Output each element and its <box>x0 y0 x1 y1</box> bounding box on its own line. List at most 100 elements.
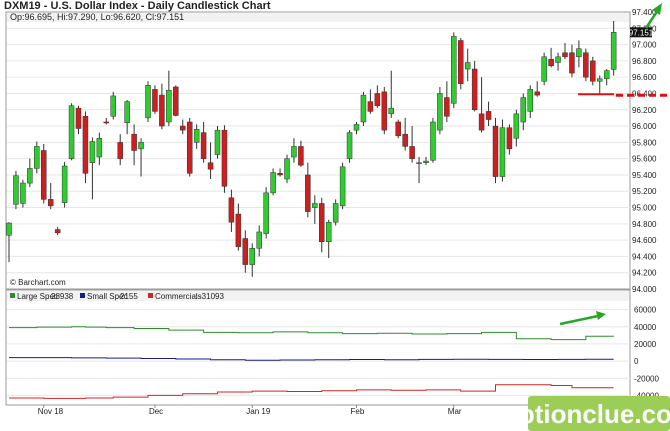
candle-body-up <box>284 158 290 180</box>
candle-body-down <box>173 86 179 116</box>
candle-body-up <box>256 231 262 249</box>
cot-tick-label: -20000 <box>634 374 659 383</box>
candle-body-up <box>597 78 603 82</box>
candle-body-down <box>367 101 374 112</box>
price-tick-label: 95.600 <box>632 155 657 164</box>
candle-body-down <box>186 121 193 174</box>
legend-large-spec-sep: : <box>47 292 49 301</box>
candle-body-down <box>409 146 415 159</box>
candle-body-down <box>103 121 110 124</box>
candle-body-up <box>89 141 96 163</box>
candle-body-up <box>263 192 269 234</box>
cot-tick-label: 0 <box>634 357 639 366</box>
price-tick-label: 96.600 <box>632 73 657 82</box>
candle-body-down <box>374 93 381 106</box>
candle <box>214 126 221 159</box>
last-price-label: 97.151 <box>629 28 654 37</box>
legend-large-spec-value: 28938 <box>51 292 74 301</box>
candle-body-down <box>47 199 54 207</box>
chart-title: DXM19 - U.S. Dollar Index - Daily Candle… <box>4 0 271 12</box>
x-tick-label: Dec <box>149 407 163 416</box>
candle <box>68 103 75 161</box>
candle-body-up <box>325 221 332 242</box>
candle-body-down <box>562 52 568 58</box>
candle-body-up <box>346 132 353 159</box>
candle-body-down <box>200 132 207 159</box>
price-tick-label: 97.000 <box>632 41 657 50</box>
x-tick-label: Nov 18 <box>38 407 64 416</box>
candle-body-up <box>339 166 346 207</box>
candle-body-up <box>138 142 144 150</box>
candle-body-up <box>423 160 429 163</box>
candle-body-up <box>34 146 40 169</box>
candle-body-down <box>207 162 214 170</box>
barchart-credit: © Barchart.com <box>10 278 66 287</box>
candle-body-up <box>270 172 276 194</box>
candle-body-up <box>527 89 533 112</box>
candle <box>541 52 547 86</box>
candle-body-down <box>485 111 492 120</box>
cot-tick-label: 60000 <box>634 306 657 315</box>
candle <box>284 154 290 184</box>
candle-body-down <box>506 127 513 150</box>
candle <box>270 168 276 196</box>
candle-body-up <box>214 129 221 155</box>
candle-body-down <box>402 133 408 147</box>
candle-body-up <box>541 56 547 82</box>
candle-body-down <box>54 229 61 234</box>
price-tick-label: 95.400 <box>632 171 657 180</box>
candle <box>221 125 228 193</box>
candle-body-up <box>291 146 297 158</box>
candle-body-down <box>277 173 283 176</box>
price-tick-label: 94.600 <box>632 236 657 245</box>
candle-body-up <box>464 62 471 70</box>
candle-body-up <box>451 36 457 104</box>
candle-body-up <box>6 222 12 236</box>
candle-body-down <box>478 113 485 131</box>
candle <box>395 119 401 139</box>
candle-body-up <box>332 203 339 223</box>
price-tick-label: 96.800 <box>632 57 657 66</box>
price-tick-label: 94.800 <box>632 220 657 229</box>
x-tick-label: Jan 19 <box>246 407 271 416</box>
legend-swatch-commercials <box>148 293 153 298</box>
candle-body-up <box>20 182 26 204</box>
candle-body-up <box>110 95 116 117</box>
candle-body-up <box>416 162 422 164</box>
candle <box>110 91 116 120</box>
price-tick-label: 94.400 <box>632 252 657 261</box>
price-tick-label: 95.800 <box>632 138 657 147</box>
candle-body-down <box>492 125 499 177</box>
candle <box>34 141 40 174</box>
candle-body-down <box>381 91 388 131</box>
candle-body-up <box>13 175 19 205</box>
candle-body-up <box>27 168 33 184</box>
candle-body-down <box>159 94 165 127</box>
candle-body-up <box>166 89 172 123</box>
candle-body-up <box>499 127 506 177</box>
chart-canvas: DXM19 - U.S. Dollar Index - Daily Candle… <box>0 0 670 431</box>
candle <box>13 170 19 210</box>
candle <box>41 143 47 204</box>
legend-commercials-value: -31093 <box>199 292 224 301</box>
candle <box>263 187 269 239</box>
candle-body-down <box>471 68 478 111</box>
candle-body-down <box>305 174 311 212</box>
candle <box>145 81 151 122</box>
candle-body-down <box>152 89 158 112</box>
price-tick-label: 95.200 <box>632 187 657 196</box>
candle-body-up <box>360 94 367 123</box>
legend-commercials-sep: : <box>195 292 197 301</box>
candle-body-up <box>576 48 582 58</box>
candle <box>332 199 339 226</box>
candle-body-up <box>353 124 360 131</box>
candle-body-up <box>610 32 617 70</box>
price-tick-label: 95.000 <box>632 204 657 213</box>
cot-legend: Large Spec : 28938 Small Spec : 2155 Com… <box>10 292 224 301</box>
candle-body-down <box>242 238 249 265</box>
candle <box>339 162 346 210</box>
candle-body-up <box>61 165 68 203</box>
candle-body-down <box>41 150 47 200</box>
candle-body-down <box>131 133 137 151</box>
candle-body-up <box>249 248 255 265</box>
